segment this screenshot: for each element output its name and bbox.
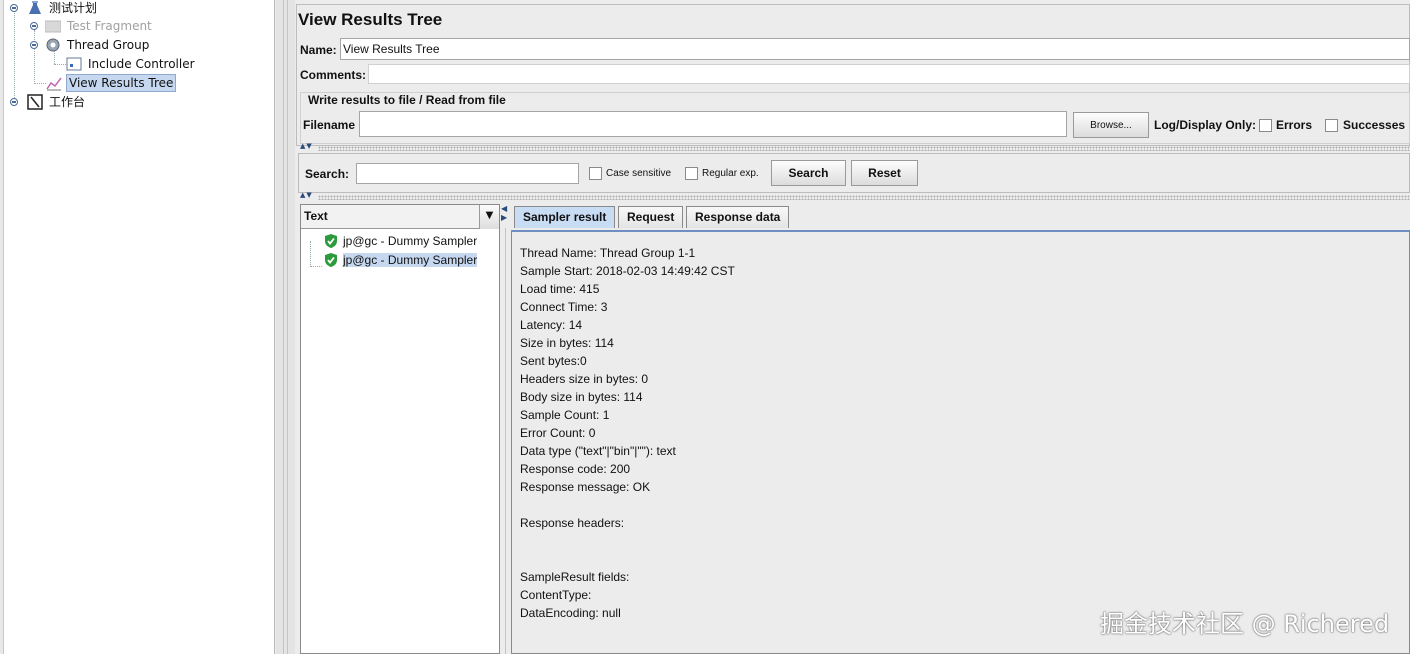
errors-label: Errors [1276, 118, 1313, 132]
name-label: Name: [300, 43, 337, 57]
result-line: Response code: 200 [520, 462, 631, 476]
comments-field[interactable] [368, 64, 1410, 84]
tree-connector [54, 64, 66, 65]
result-line: Latency: 14 [520, 318, 583, 332]
result-line: Load time: 415 [520, 282, 600, 296]
collapse-arrows-icon[interactable]: ▲▼ [300, 191, 313, 199]
tree-connector [34, 83, 46, 84]
split-divider[interactable] [318, 146, 1410, 151]
result-item-label: jp@gc - Dummy Sampler [343, 253, 478, 267]
test-fragment-icon [44, 18, 62, 34]
successes-checkbox[interactable] [1325, 119, 1338, 132]
tree-node-label: Thread Group [67, 37, 150, 52]
result-line: Size in bytes: 114 [520, 336, 614, 350]
tree-node-thread-group[interactable]: Thread Group [45, 35, 151, 54]
result-line: Data type ("text"|"bin"|""): text [520, 444, 676, 458]
expand-toggle-icon[interactable] [10, 98, 18, 106]
tree-edge [0, 0, 4, 654]
result-item-label: jp@gc - Dummy Sampler [343, 234, 478, 248]
split-divider[interactable] [505, 228, 506, 654]
collapse-arrows-icon[interactable]: ▲▼ [300, 142, 313, 150]
tree-connector [34, 30, 35, 84]
case-sensitive-label: Case sensitive [606, 168, 672, 179]
browse-button[interactable]: Browse... [1073, 112, 1149, 138]
tree-node-label: Include Controller [88, 56, 195, 71]
log-display-label: Log/Display Only: [1154, 118, 1257, 132]
success-shield-icon [325, 234, 337, 248]
expand-toggle-icon[interactable] [10, 4, 18, 12]
search-input[interactable] [356, 163, 579, 184]
renderer-select-value: Text [304, 209, 328, 223]
pane-splitter[interactable] [276, 0, 295, 654]
result-line: Connect Time: 3 [520, 300, 608, 314]
filename-field[interactable] [359, 111, 1067, 137]
tree-connector [310, 266, 322, 267]
search-button[interactable]: Search [771, 160, 846, 186]
split-divider[interactable] [318, 195, 1410, 200]
tree-node-label: 测试计划 [49, 1, 98, 15]
results-list[interactable]: Text ▼ jp@gc - Dummy Sampler jp@gc - Dum… [300, 204, 500, 654]
regex-label: Regular exp. [702, 168, 759, 179]
name-field[interactable]: View Results Tree [340, 38, 1410, 60]
results-tree-icon [46, 75, 62, 91]
result-line: Response message: OK [520, 480, 651, 494]
split-arrows-icon[interactable]: ◀ ▶ [501, 204, 508, 222]
comments-label: Comments: [300, 68, 367, 82]
expand-toggle-icon[interactable] [30, 41, 38, 49]
tree-node-include-controller[interactable]: Include Controller [66, 54, 197, 73]
result-line: SampleResult fields: [520, 570, 630, 584]
renderer-select[interactable]: Text [301, 205, 499, 229]
result-line: DataEncoding: null [520, 606, 621, 620]
tree-connector [310, 241, 311, 267]
result-line: Headers size in bytes: 0 [520, 372, 649, 386]
result-line: Body size in bytes: 114 [520, 390, 643, 404]
result-item[interactable]: jp@gc - Dummy Sampler [323, 232, 477, 250]
result-line: ContentType: [520, 588, 592, 602]
test-plan-icon [27, 0, 43, 16]
expand-toggle-icon[interactable] [30, 22, 38, 30]
case-sensitive-checkbox[interactable] [589, 167, 602, 180]
write-results-label: Write results to file / Read from file [306, 93, 508, 107]
tree-node-label: Test Fragment [67, 18, 152, 33]
result-line: Sample Count: 1 [520, 408, 610, 422]
tree-connector [14, 10, 15, 102]
filename-label: Filename [303, 118, 356, 132]
tree-node-view-results-tree[interactable]: View Results Tree [46, 73, 177, 92]
result-line: Sample Start: 2018-02-03 14:49:42 CST [520, 264, 735, 278]
sampler-result-text: Thread Name: Thread Group 1-1 Sample Sta… [511, 230, 1410, 654]
tab-request[interactable]: Request [618, 206, 684, 228]
result-line: Response headers: [520, 516, 625, 530]
tab-response-data[interactable]: Response data [686, 206, 790, 228]
result-detail: Sampler result Request Response data Thr… [511, 204, 1410, 654]
page-title: View Results Tree [298, 10, 443, 29]
tree-node-test-plan[interactable]: 测试计划 [27, 0, 99, 17]
tree-node-label: View Results Tree [66, 73, 177, 92]
errors-checkbox[interactable] [1259, 119, 1272, 132]
result-line: Thread Name: Thread Group 1-1 [520, 246, 696, 260]
watermark: 掘金技术社区 @ Richered [1100, 610, 1390, 638]
reset-button[interactable]: Reset [851, 160, 918, 186]
regex-checkbox[interactable] [685, 167, 698, 180]
workbench-icon [27, 93, 43, 110]
controller-icon [66, 56, 82, 72]
result-line: Error Count: 0 [520, 426, 596, 440]
tree-node-test-fragment[interactable]: Test Fragment [44, 16, 154, 35]
result-line: Sent bytes:0 [520, 354, 587, 368]
gear-icon [45, 37, 61, 53]
tree-node-workbench[interactable]: 工作台 [27, 92, 87, 111]
result-item[interactable]: jp@gc - Dummy Sampler [323, 251, 478, 269]
view-results-tree-panel: View Results Tree Name: View Results Tre… [296, 0, 1410, 654]
tree-node-label: 工作台 [49, 95, 86, 109]
tab-sampler-result[interactable]: Sampler result [514, 206, 616, 228]
search-label: Search: [305, 167, 350, 181]
successes-label: Successes [1343, 118, 1406, 132]
test-plan-tree[interactable]: 测试计划 Test Fragment Thread Group Include … [0, 0, 275, 654]
chevron-down-icon[interactable]: ▼ [479, 205, 499, 229]
success-shield-icon [325, 253, 337, 267]
